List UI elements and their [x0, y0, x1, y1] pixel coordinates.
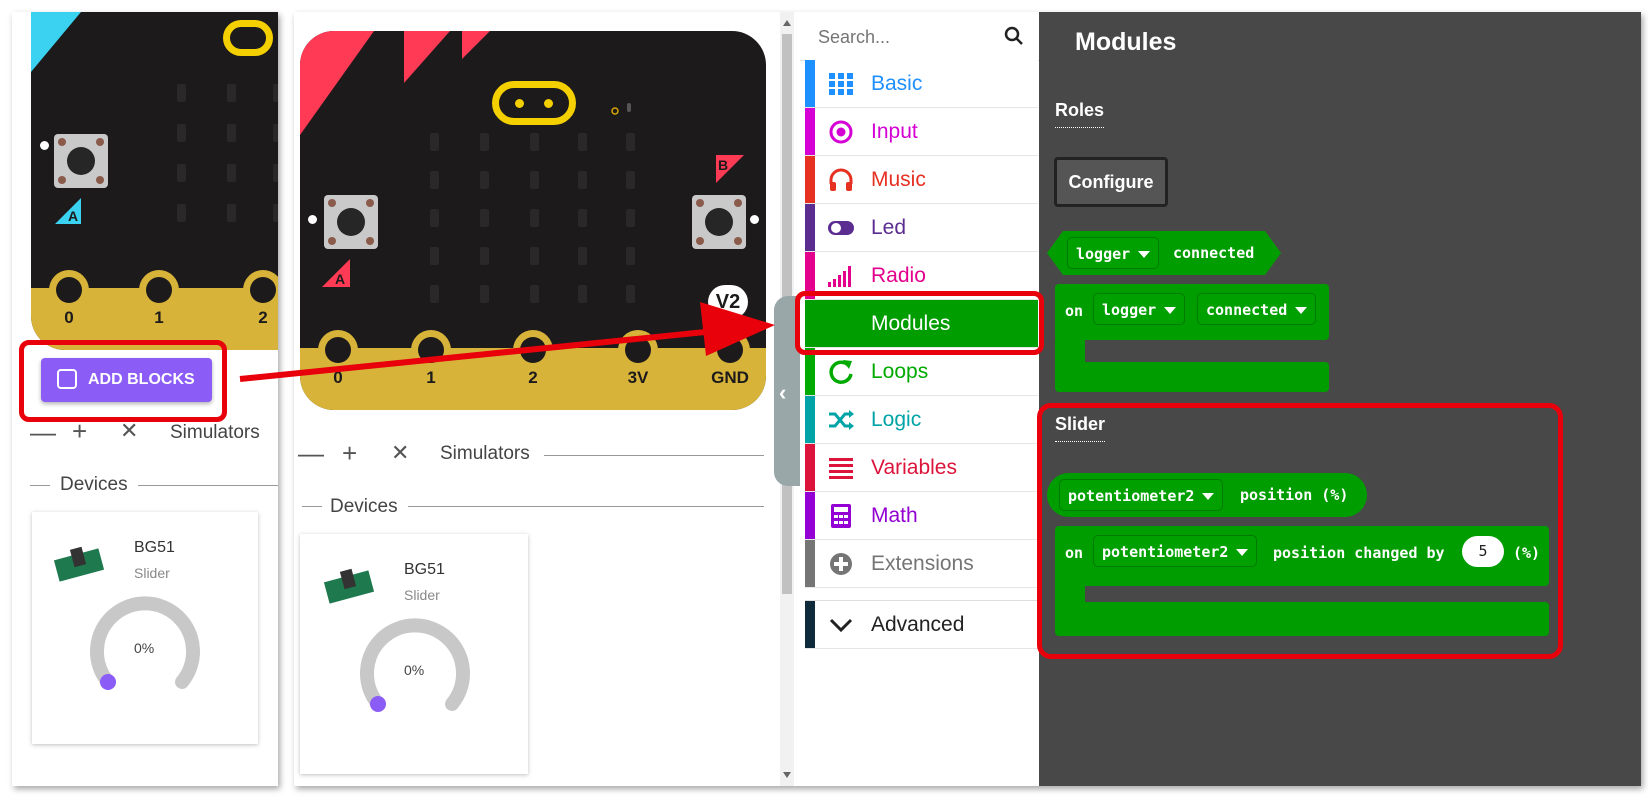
gauge-value: 0% [134, 640, 155, 656]
slider-module-icon [53, 546, 105, 582]
button-a[interactable] [54, 134, 108, 188]
toggle-icon [828, 221, 854, 235]
button-b[interactable] [692, 195, 746, 249]
edge-dot [308, 215, 317, 224]
microbit-board-main[interactable]: A B V2 0 1 2 3V GND [300, 31, 766, 410]
category-label: Logic [871, 408, 922, 431]
highlight-slider-section [1037, 403, 1563, 659]
pin-label-gnd: GND [711, 368, 749, 387]
category-label: Led [871, 216, 907, 239]
on-text: on [1065, 302, 1084, 320]
search-bar [800, 12, 1039, 61]
calculator-icon [831, 504, 851, 528]
logo-touch-icon[interactable] [223, 20, 273, 56]
close-button[interactable]: ✕ [391, 440, 409, 466]
plus-circle-icon [830, 553, 852, 575]
devices-label: Devices [60, 474, 128, 495]
signal-bars-icon [828, 266, 851, 287]
svg-text:A: A [335, 271, 345, 287]
category-math[interactable]: Math [805, 492, 1038, 540]
category-label: Music [871, 168, 926, 191]
svg-text:A: A [68, 208, 78, 224]
slider-module-icon [323, 568, 375, 604]
category-variables[interactable]: Variables [805, 444, 1038, 492]
chevron-down-icon [829, 618, 853, 633]
chevron-left-icon: ‹ [779, 380, 787, 405]
add-button[interactable]: + [342, 438, 357, 469]
pin-label-2: 2 [258, 308, 268, 327]
pin-label-0: 0 [64, 308, 74, 327]
logo-touch-icon[interactable] [492, 81, 576, 125]
input-circle-icon [829, 120, 853, 144]
category-label: Variables [871, 456, 957, 479]
button-a[interactable] [324, 195, 378, 249]
devices-label: Devices [330, 496, 398, 517]
pin-label-3v: 3V [627, 368, 649, 387]
edge-dot [40, 141, 49, 150]
logger-dropdown[interactable]: logger [1093, 293, 1186, 325]
logger-dropdown[interactable]: logger [1067, 237, 1160, 269]
gauge-value: 0% [404, 662, 425, 678]
search-input[interactable] [816, 23, 990, 51]
category-label: Math [871, 504, 918, 527]
pin-label-2: 2 [528, 368, 538, 387]
edge-dot [750, 215, 759, 224]
microbit-board[interactable]: A 0 1 2 [31, 12, 278, 350]
category-music[interactable]: Music [805, 156, 1038, 204]
event-dropdown[interactable]: connected [1197, 293, 1317, 325]
corner-decoration [300, 31, 490, 135]
button-a-label: A [322, 259, 350, 287]
highlight-modules [795, 291, 1044, 355]
category-label: Basic [871, 72, 923, 95]
simulators-label: Simulators [440, 443, 530, 464]
modules-flyout: Modules Roles Configure logger connected… [1039, 12, 1641, 786]
search-icon[interactable] [1004, 26, 1024, 46]
device-name: BG51 [404, 561, 445, 578]
button-b-label: B [716, 155, 744, 183]
category-input[interactable]: Input [805, 108, 1038, 156]
category-advanced[interactable]: Advanced [805, 600, 1038, 649]
corner-decoration [31, 12, 81, 72]
flyout-title: Modules [1075, 28, 1177, 56]
version-badge: V2 [708, 285, 748, 319]
lines-icon [829, 458, 853, 479]
loop-arrow-icon [829, 360, 853, 384]
category-logic[interactable]: Logic [805, 396, 1038, 444]
category-label: Extensions [871, 552, 974, 575]
roles-heading: Roles [1055, 100, 1105, 128]
shuffle-icon [829, 410, 854, 430]
microphone-icon [611, 103, 631, 115]
highlight-add-blocks [19, 340, 227, 422]
headphones-icon [829, 168, 853, 191]
pin-label-1: 1 [426, 368, 436, 387]
category-basic[interactable]: Basic [805, 60, 1038, 108]
device-card[interactable]: BG51 Slider 0% [32, 512, 258, 744]
category-label: Loops [871, 360, 929, 383]
pin-label-0: 0 [333, 368, 343, 387]
category-led[interactable]: Led [805, 204, 1038, 252]
category-extensions[interactable]: Extensions [805, 540, 1038, 588]
button-a-label: A [55, 198, 81, 224]
device-name: BG51 [134, 539, 175, 556]
category-label: Advanced [871, 613, 965, 636]
grid-icon [829, 73, 853, 95]
device-card[interactable]: BG51 Slider 0% [300, 534, 528, 774]
pin-label-1: 1 [154, 308, 164, 327]
device-type: Slider [134, 565, 170, 581]
category-loops[interactable]: Loops [805, 348, 1038, 396]
category-label: Radio [871, 264, 926, 287]
simulators-label: Simulators [170, 422, 260, 443]
configure-button[interactable]: Configure [1054, 157, 1168, 207]
collapse-button[interactable]: — [298, 438, 324, 469]
connected-text: connected [1173, 244, 1255, 262]
category-label: Input [871, 120, 918, 143]
device-type: Slider [404, 587, 440, 603]
svg-text:B: B [718, 157, 728, 173]
